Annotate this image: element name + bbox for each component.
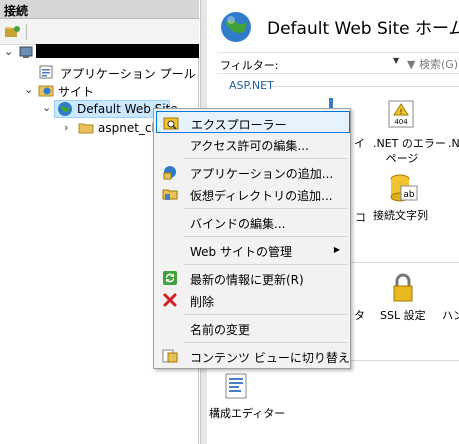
menu-item-refresh[interactable]: 最新の情報に更新(R) bbox=[156, 267, 350, 289]
menu-item-edit-bindings[interactable]: バインドの編集... bbox=[156, 211, 350, 233]
menu-separator bbox=[184, 208, 348, 209]
svg-text:404: 404 bbox=[394, 118, 408, 126]
explorer-icon bbox=[163, 115, 179, 131]
menu-item-label: アプリケーションの追加... bbox=[190, 167, 334, 181]
funnel-icon: ▼ bbox=[407, 58, 416, 71]
feature-label-net-error-pages: .NET のエラー ページ bbox=[373, 137, 446, 165]
menu-item-manage-website[interactable]: Web サイトの管理 ▶ bbox=[156, 239, 350, 261]
menu-item-label: アクセス許可の編集... bbox=[190, 139, 309, 153]
menu-separator bbox=[184, 314, 348, 315]
delete-icon bbox=[162, 292, 178, 308]
tree-item-app-pools[interactable]: アプリケーション プール bbox=[0, 64, 199, 82]
menu-item-rename[interactable]: 名前の変更 bbox=[156, 317, 350, 339]
collapse-icon[interactable]: ⌄ bbox=[4, 46, 14, 58]
menu-separator bbox=[184, 158, 348, 159]
menu-item-delete[interactable]: 削除 bbox=[156, 289, 350, 311]
collapse-icon[interactable]: ⌄ bbox=[42, 102, 52, 114]
menu-separator bbox=[184, 236, 348, 237]
config-editor-icon[interactable] bbox=[221, 370, 253, 402]
sites-folder-icon bbox=[38, 82, 54, 98]
feature-label-partial: ハン bbox=[442, 309, 459, 322]
folder-icon bbox=[78, 120, 94, 136]
menu-separator bbox=[184, 342, 348, 343]
tree-item-label: サイト bbox=[58, 85, 95, 99]
add-virtual-directory-icon bbox=[162, 186, 178, 202]
feature-label-partial: コ bbox=[355, 211, 366, 224]
feature-label-config-editor: 構成エディター bbox=[209, 407, 286, 420]
connections-header: 接続 bbox=[0, 0, 199, 19]
menu-item-label: 最新の情報に更新(R) bbox=[190, 273, 304, 287]
menu-item-label: エクスプローラー bbox=[191, 118, 287, 132]
menu-item-explore[interactable]: エクスプローラー bbox=[156, 111, 350, 133]
menu-item-label: 仮想ディレクトリの追加... bbox=[190, 189, 333, 203]
add-application-icon bbox=[162, 164, 178, 180]
search-button[interactable]: ▼ 検索(G) bbox=[407, 56, 458, 72]
net-error-pages-icon[interactable]: ! 404 bbox=[385, 98, 417, 130]
globe-icon bbox=[219, 10, 253, 44]
tree-item-sites[interactable]: ⌄ サイト bbox=[0, 82, 199, 100]
filter-input[interactable] bbox=[279, 55, 399, 72]
feature-label-partial: タ bbox=[354, 309, 365, 322]
redacted-server-name bbox=[36, 44, 199, 58]
menu-item-label: バインドの編集... bbox=[190, 217, 286, 231]
menu-separator bbox=[184, 264, 348, 265]
menu-item-label: 削除 bbox=[190, 295, 215, 309]
filter-label: フィルター: bbox=[220, 59, 279, 72]
filter-bar: フィルター: ▼ ▼ 検索(G) bbox=[217, 52, 459, 74]
menu-item-label: 名前の変更 bbox=[190, 323, 251, 337]
page-title: Default Web Site ホーム bbox=[267, 19, 459, 39]
context-menu: エクスプローラー アクセス許可の編集... アプリケーションの追加... 仮想デ… bbox=[153, 108, 351, 369]
feature-label-partial: .N bbox=[448, 137, 459, 150]
lock-icon[interactable] bbox=[387, 272, 419, 304]
toolbar-separator bbox=[26, 24, 27, 40]
connect-icon[interactable] bbox=[3, 23, 21, 41]
server-icon bbox=[18, 44, 34, 60]
group-heading-aspnet: ASP.NET bbox=[229, 79, 274, 92]
collapse-icon[interactable]: ⌄ bbox=[24, 84, 34, 96]
connections-toolbar bbox=[0, 19, 199, 45]
feature-label-partial: イ bbox=[354, 137, 365, 150]
feature-label-ssl: SSL 設定 bbox=[380, 309, 426, 322]
menu-item-edit-permissions[interactable]: アクセス許可の編集... bbox=[156, 133, 350, 155]
app-pool-icon bbox=[38, 64, 54, 80]
group-divider bbox=[271, 86, 459, 87]
menu-item-switch-content-view[interactable]: コンテンツ ビューに切り替え bbox=[156, 345, 350, 367]
menu-item-label: Web サイトの管理 bbox=[190, 245, 292, 259]
menu-item-label: コンテンツ ビューに切り替え bbox=[190, 351, 350, 365]
submenu-arrow-icon: ▶ bbox=[333, 245, 340, 254]
connection-strings-icon[interactable]: ab bbox=[387, 172, 419, 204]
globe-icon bbox=[57, 101, 73, 117]
menu-item-add-application[interactable]: アプリケーションの追加... bbox=[156, 161, 350, 183]
tree-item-label: アプリケーション プール bbox=[60, 67, 196, 81]
chevron-down-icon[interactable]: ▼ bbox=[393, 56, 399, 65]
svg-text:ab: ab bbox=[403, 190, 415, 200]
svg-text:!: ! bbox=[400, 108, 403, 116]
feature-label-connection-strings: 接続文字列 bbox=[373, 209, 428, 222]
menu-item-add-virtual-directory[interactable]: 仮想ディレクトリの追加... bbox=[156, 183, 350, 205]
content-view-icon bbox=[162, 348, 178, 364]
refresh-icon bbox=[162, 270, 178, 286]
connections-title: 接続 bbox=[4, 4, 29, 18]
expand-icon[interactable]: › bbox=[64, 122, 74, 134]
